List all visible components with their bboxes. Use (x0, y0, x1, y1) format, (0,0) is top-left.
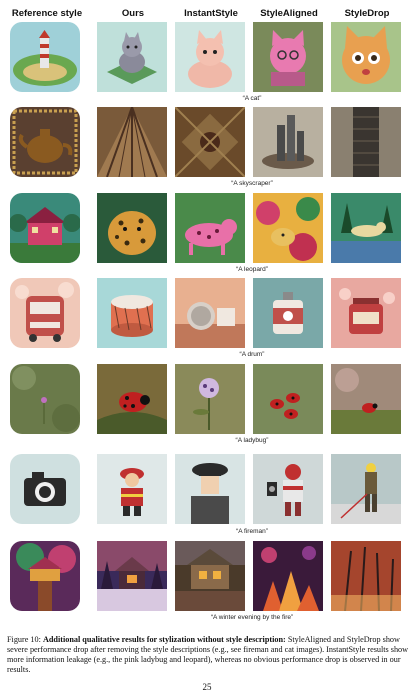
row-caption: “A drum” (239, 351, 265, 358)
styledrop-fireman-image (331, 454, 401, 524)
header-instantstyle: InstantStyle (184, 8, 238, 19)
instantstyle-winter-evening-image (175, 541, 245, 611)
instantstyle-skyscraper-image (175, 107, 245, 177)
stylealigned-leopard-image (253, 193, 323, 263)
header-ours: Ours (121, 8, 145, 19)
stylealigned-ladybug-image (253, 364, 323, 434)
styledrop-ladybug-image (331, 364, 401, 434)
row-caption: “A fireman” (236, 528, 268, 535)
ours-drum-image (97, 278, 167, 348)
reference-image-teapot-mosaic (10, 107, 80, 177)
figure-label: Figure 10: (7, 635, 41, 644)
row-caption: “A winter evening by the fire” (210, 614, 294, 621)
row-caption: “A cat” (242, 95, 262, 102)
stylealigned-drum-image (253, 278, 323, 348)
figure-caption-bold: Additional qualitative results for styli… (42, 635, 286, 644)
reference-image-bus (10, 278, 80, 348)
instantstyle-ladybug-image (175, 364, 245, 434)
ours-fireman-image (97, 454, 167, 524)
header-stylealigned: StyleAligned (260, 8, 318, 19)
styledrop-drum-image (331, 278, 401, 348)
header-reference-style: Reference style (11, 8, 83, 19)
page-number: 25 (202, 682, 212, 692)
column-headers: Reference style Ours InstantStyle StyleA… (0, 8, 414, 22)
styledrop-skyscraper-image (331, 107, 401, 177)
header-styledrop: StyleDrop (344, 8, 390, 19)
ours-skyscraper-image (97, 107, 167, 177)
instantstyle-drum-image (175, 278, 245, 348)
reference-image-lighthouse (10, 22, 80, 92)
row-caption: “A leopard” (236, 266, 268, 273)
reference-image-camera (10, 454, 80, 524)
instantstyle-cat-image (175, 22, 245, 92)
styledrop-winter-evening-image (331, 541, 401, 611)
styledrop-cat-image (331, 22, 401, 92)
figure-caption: Figure 10: Additional qualitative result… (7, 635, 409, 675)
ours-leopard-image (97, 193, 167, 263)
stylealigned-skyscraper-image (253, 107, 323, 177)
stylealigned-winter-evening-image (253, 541, 323, 611)
row-caption: “A skyscraper” (231, 180, 273, 187)
row-caption: “A ladybug” (235, 437, 269, 444)
ours-cat-image (97, 22, 167, 92)
stylealigned-cat-image (253, 22, 323, 92)
reference-image-treehouse (10, 541, 80, 611)
reference-image-blurry-flower (10, 364, 80, 434)
ours-winter-evening-image (97, 541, 167, 611)
instantstyle-fireman-image (175, 454, 245, 524)
instantstyle-leopard-image (175, 193, 245, 263)
styledrop-leopard-image (331, 193, 401, 263)
ours-ladybug-image (97, 364, 167, 434)
stylealigned-fireman-image (253, 454, 323, 524)
reference-image-red-house (10, 193, 80, 263)
